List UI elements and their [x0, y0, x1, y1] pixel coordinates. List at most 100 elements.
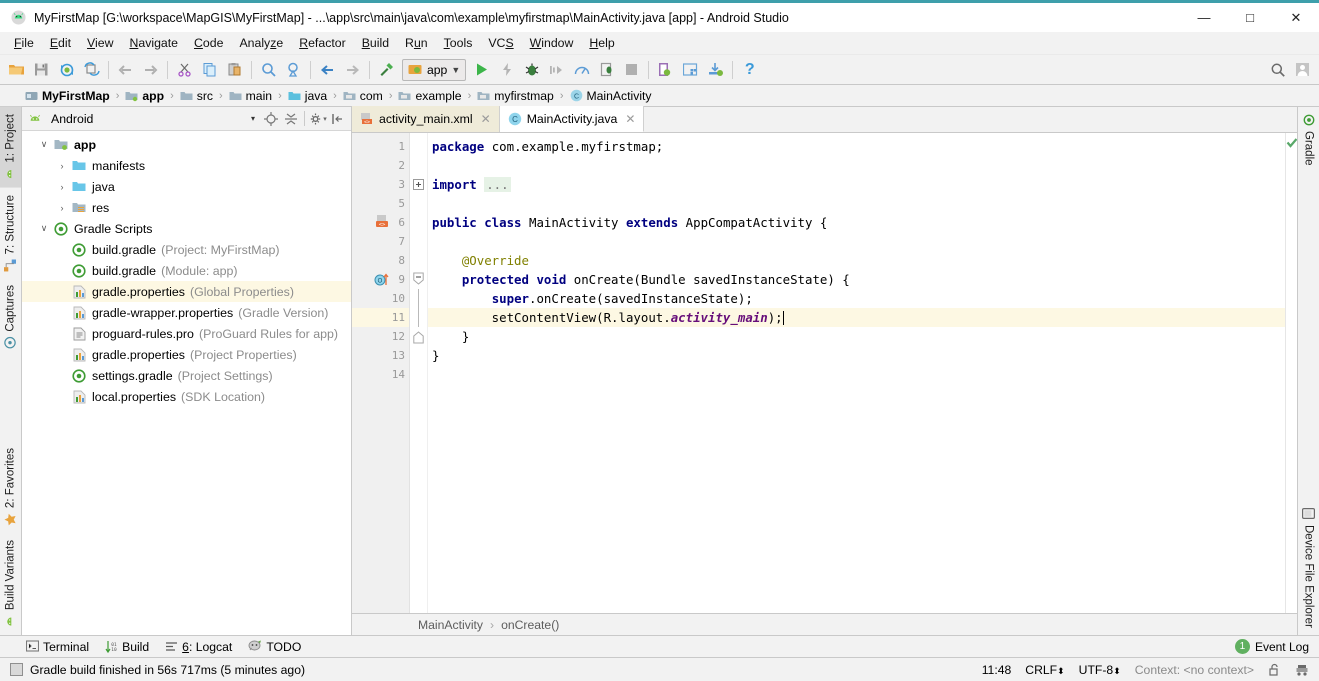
- tree-expand-arrow[interactable]: ›: [54, 203, 70, 213]
- caret-position[interactable]: 11:48: [982, 663, 1012, 677]
- override-method-icon[interactable]: O: [374, 270, 391, 289]
- close-icon[interactable]: ✕: [625, 112, 635, 126]
- code-line-8[interactable]: @Override: [428, 251, 1285, 270]
- undo-icon[interactable]: [113, 58, 138, 82]
- gutter-line-14[interactable]: 14: [352, 365, 409, 384]
- layout-relation-icon[interactable]: <>: [374, 213, 391, 232]
- tree-expand-arrow[interactable]: ›: [54, 182, 70, 192]
- copy-icon[interactable]: [197, 58, 222, 82]
- breadcrumb-item-example[interactable]: example: [395, 89, 464, 103]
- help-icon[interactable]: ?: [737, 58, 762, 82]
- code-line-13[interactable]: }: [428, 346, 1285, 365]
- breadcrumb-item-myfirstmap[interactable]: myfirstmap: [474, 89, 557, 103]
- encoding-selector[interactable]: UTF-8⬍: [1079, 663, 1121, 677]
- breadcrumb-item-app[interactable]: app: [122, 89, 167, 103]
- open-folder-icon[interactable]: [4, 58, 29, 82]
- menu-vcs[interactable]: VCS: [480, 34, 521, 52]
- code-line-9[interactable]: protected void onCreate(Bundle savedInst…: [428, 270, 1285, 289]
- breadcrumb-item-main[interactable]: main: [226, 89, 275, 103]
- fold-marker-line-12[interactable]: [410, 327, 427, 346]
- back-icon[interactable]: [315, 58, 340, 82]
- editor-footer-breadcrumb[interactable]: MainActivity › onCreate(): [352, 613, 1297, 635]
- code-line-3[interactable]: import ...: [428, 175, 1285, 194]
- locate-icon[interactable]: [261, 109, 281, 129]
- maximize-button[interactable]: □: [1227, 3, 1273, 32]
- gutter-line-11[interactable]: 11: [352, 308, 409, 327]
- sidebar-item-gradle[interactable]: Gradle: [1298, 107, 1319, 173]
- settings-gear-icon[interactable]: ▾: [308, 109, 328, 129]
- chevron-down-icon[interactable]: ▾: [251, 114, 261, 123]
- tree-node-java[interactable]: › java: [22, 176, 351, 197]
- tree-node-manifests[interactable]: › manifests: [22, 155, 351, 176]
- gutter-line-5[interactable]: 5: [352, 194, 409, 213]
- code-line-6[interactable]: public class MainActivity extends AppCom…: [428, 213, 1285, 232]
- editor-gutter[interactable]: 1 2 3 5 <> 6 7 8 O 9 10 11 12 13 14: [352, 133, 410, 613]
- tree-node-proguard-rules-pro[interactable]: proguard-rules.pro (ProGuard Rules for ap…: [22, 323, 351, 344]
- search-everywhere-icon[interactable]: [1265, 58, 1290, 82]
- footer-crumb-method[interactable]: onCreate(): [501, 618, 559, 632]
- bottom-tab-todo[interactable]: TODO: [248, 640, 301, 654]
- gutter-line-3[interactable]: 3: [352, 175, 409, 194]
- tree-node-gradle-properties[interactable]: gradle.properties (Global Properties): [22, 281, 351, 302]
- gutter-line-9[interactable]: O9: [352, 270, 409, 289]
- editor-marker-bar[interactable]: [1285, 133, 1298, 613]
- attach-debugger-icon[interactable]: [594, 58, 619, 82]
- unlock-icon[interactable]: [1268, 663, 1281, 677]
- bottom-tab-build[interactable]: 01 10 Build: [105, 640, 149, 654]
- sidebar-item-favorites[interactable]: 2: Favorites: [0, 441, 21, 533]
- reload-from-disk-icon[interactable]: [79, 58, 104, 82]
- apply-changes-icon[interactable]: [494, 58, 519, 82]
- breadcrumb-item-myfirstmap[interactable]: MyFirstMap: [22, 89, 113, 103]
- gutter-line-8[interactable]: 8: [352, 251, 409, 270]
- debug-icon[interactable]: [519, 58, 544, 82]
- bottom-tab-6-logcat[interactable]: 6: Logcat: [165, 640, 232, 654]
- breadcrumb-item-src[interactable]: src: [177, 89, 216, 103]
- hector-inspector-icon[interactable]: [1295, 663, 1309, 677]
- menu-refactor[interactable]: Refactor: [291, 34, 353, 52]
- menu-window[interactable]: Window: [522, 34, 582, 52]
- run-step-icon[interactable]: [544, 58, 569, 82]
- gutter-line-12[interactable]: 12: [352, 327, 409, 346]
- breadcrumb-item-mainactivity[interactable]: C MainActivity: [567, 89, 655, 103]
- code-line-11[interactable]: setContentView(R.layout. activity_main);: [428, 308, 1285, 327]
- collapsed-imports[interactable]: ...: [484, 177, 511, 192]
- close-icon[interactable]: ✕: [481, 112, 491, 126]
- tree-node-build-gradle[interactable]: build.gradle (Module: app): [22, 260, 351, 281]
- sidebar-item-build-variants[interactable]: Build Variants: [0, 533, 21, 635]
- menu-navigate[interactable]: Navigate: [121, 34, 186, 52]
- editor-tab-mainactivity-java[interactable]: C MainActivity.java ✕: [499, 106, 645, 132]
- project-tree[interactable]: ∨ app › manifests › java › res ∨ Gradle Scripts bu…: [22, 131, 351, 635]
- profiler-icon[interactable]: [569, 58, 594, 82]
- menu-build[interactable]: Build: [354, 34, 397, 52]
- gutter-line-2[interactable]: 2: [352, 156, 409, 175]
- gutter-line-6[interactable]: <> 6: [352, 213, 409, 232]
- breadcrumb-item-com[interactable]: com: [340, 89, 386, 103]
- editor-fold-column[interactable]: [410, 133, 428, 613]
- code-line-10[interactable]: super .onCreate(savedInstanceState);: [428, 289, 1285, 308]
- minimize-button[interactable]: —: [1181, 3, 1227, 32]
- cut-icon[interactable]: [172, 58, 197, 82]
- menu-file[interactable]: File: [6, 34, 42, 52]
- editor-tab-activity-main-xml[interactable]: <> activity_main.xml ✕: [352, 106, 500, 132]
- code-editor[interactable]: 1 2 3 5 <> 6 7 8 O 9 10 11 12 13 14 package com.exampl…: [352, 133, 1298, 613]
- code-line-2[interactable]: [428, 156, 1285, 175]
- code-line-5[interactable]: [428, 194, 1285, 213]
- line-separator-selector[interactable]: CRLF⬍: [1025, 663, 1064, 677]
- footer-crumb-class[interactable]: MainActivity: [418, 618, 483, 632]
- stop-icon[interactable]: [619, 58, 644, 82]
- save-all-icon[interactable]: [29, 58, 54, 82]
- gutter-line-1[interactable]: 1: [352, 137, 409, 156]
- sdk-manager-icon[interactable]: [653, 58, 678, 82]
- tree-node-gradle-wrapper-properties[interactable]: gradle-wrapper.properties (Gradle Version…: [22, 302, 351, 323]
- code-line-1[interactable]: package com.example.myfirstmap;: [428, 137, 1285, 156]
- user-account-icon[interactable]: [1290, 58, 1315, 82]
- menu-tools[interactable]: Tools: [436, 34, 481, 52]
- replace-icon[interactable]: [281, 58, 306, 82]
- menu-code[interactable]: Code: [186, 34, 231, 52]
- code-line-12[interactable]: }: [428, 327, 1285, 346]
- close-button[interactable]: ✕: [1273, 3, 1319, 32]
- menu-help[interactable]: Help: [581, 34, 622, 52]
- build-hammer-icon[interactable]: [374, 58, 399, 82]
- forward-icon[interactable]: [340, 58, 365, 82]
- bottom-tab-terminal[interactable]: Terminal: [26, 640, 89, 654]
